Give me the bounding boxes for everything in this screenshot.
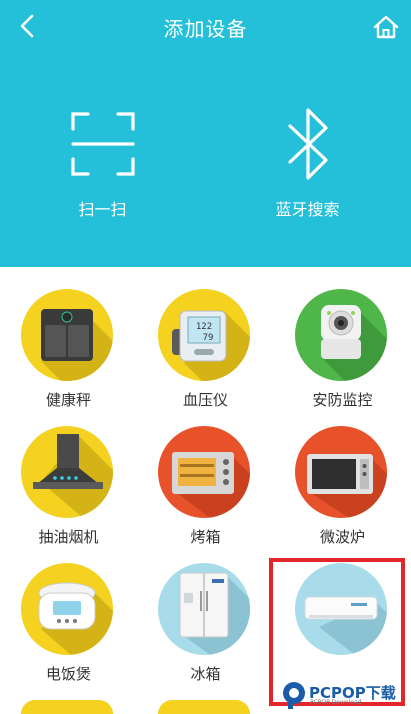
pcpop-logo-icon: [283, 682, 305, 709]
device-fridge[interactable]: 冰箱: [137, 541, 274, 683]
rice-cooker-icon: [21, 563, 113, 655]
page-title: 添加设备: [163, 17, 248, 41]
bluetooth-search-button[interactable]: 蓝牙搜索: [205, 53, 410, 267]
partial-device-icon: [21, 700, 113, 714]
range-hood-icon: [21, 426, 113, 518]
hero-panel: 扫一扫 蓝牙搜索: [0, 53, 411, 267]
device-blood-pressure[interactable]: 122 79 血压仪: [137, 267, 274, 409]
partial-device-icon: [158, 700, 250, 714]
pcpop-watermark: PCPOP下载 PCPOP Download: [279, 678, 407, 712]
device-microwave[interactable]: 微波炉: [274, 404, 411, 546]
scale-icon: [21, 289, 113, 381]
blood-pressure-monitor-icon: 122 79: [158, 289, 250, 381]
device-label: 电饭煲: [45, 665, 91, 683]
scan-frame-icon: [71, 112, 135, 176]
watermark-sub: PCPOP Download: [310, 699, 362, 706]
home-icon[interactable]: [371, 12, 401, 42]
device-security-camera[interactable]: 安防监控: [274, 267, 411, 409]
device-label: 冰箱: [190, 665, 221, 683]
device-rice-cooker[interactable]: 电饭煲: [0, 541, 137, 683]
security-camera-icon: [295, 289, 387, 381]
svg-text:122: 122: [196, 322, 212, 332]
scan-button[interactable]: 扫一扫: [0, 53, 205, 267]
device-oven[interactable]: 烤箱: [137, 404, 274, 546]
scan-label: 扫一扫: [78, 200, 127, 219]
bluetooth-icon: [288, 108, 328, 180]
microwave-icon: [295, 426, 387, 518]
device-scale[interactable]: 健康秤: [0, 267, 137, 409]
fridge-icon: [158, 563, 250, 655]
device-range-hood[interactable]: 抽油烟机: [0, 404, 137, 546]
oven-icon: [158, 426, 250, 518]
top-bar: 添加设备: [0, 0, 411, 53]
bluetooth-search-label: 蓝牙搜索: [275, 200, 340, 219]
svg-text:79: 79: [203, 333, 214, 343]
